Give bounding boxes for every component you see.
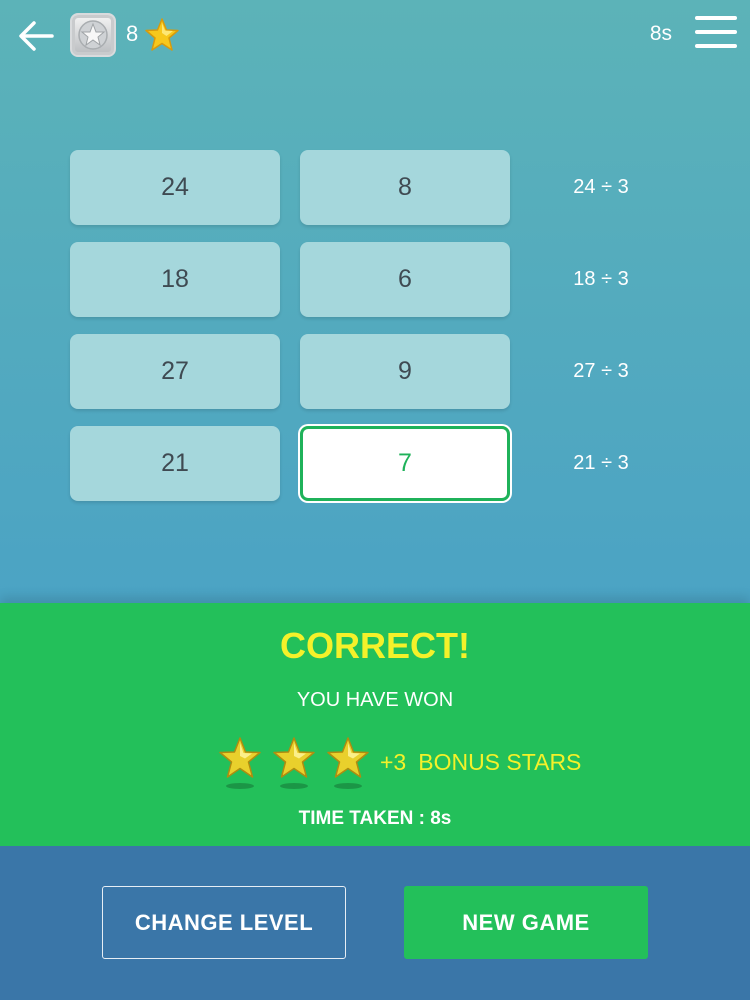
action-bar: CHANGE LEVEL NEW GAME xyxy=(0,846,750,1000)
number-tile-right[interactable]: 9 xyxy=(300,334,510,409)
gold-star-icon xyxy=(145,18,179,51)
number-tile-left[interactable]: 21 xyxy=(70,426,280,501)
level-badge xyxy=(70,13,116,57)
number-tile-left[interactable]: 18 xyxy=(70,242,280,317)
number-tile-right-selected[interactable]: 7 xyxy=(300,426,510,501)
equation-hint: 18 ÷ 3 xyxy=(573,268,629,290)
result-title: CORRECT! xyxy=(280,625,470,666)
bonus-star-icon xyxy=(219,737,261,789)
game-board: 8 8s 24 8 24 ÷ 3 18 6 18 ÷ 3 27 9 27 ÷ 3… xyxy=(0,0,750,603)
bonus-count: +3 xyxy=(380,749,407,775)
top-bar: 8 8s xyxy=(0,0,750,70)
silver-star-badge-icon xyxy=(78,20,108,50)
number-tile-left[interactable]: 27 xyxy=(70,334,280,409)
equation-hint: 24 ÷ 3 xyxy=(573,176,629,198)
bonus-label: +3 BONUS STARS xyxy=(380,749,581,776)
star-count: 8 xyxy=(126,21,139,46)
time-taken: TIME TAKEN : 8s xyxy=(298,808,452,829)
timer: 8s xyxy=(649,22,672,45)
number-tile-right[interactable]: 6 xyxy=(300,242,510,317)
result-panel: CORRECT! YOU HAVE WON +3 BONUS STARS TIME… xyxy=(0,603,750,846)
bonus-star-icon xyxy=(273,737,315,789)
back-button[interactable] xyxy=(14,14,58,58)
equation-hint: 21 ÷ 3 xyxy=(573,452,629,474)
result-subtitle: YOU HAVE WON xyxy=(296,689,454,711)
number-tile-right[interactable]: 8 xyxy=(300,150,510,225)
bonus-star-icon xyxy=(327,737,369,789)
number-tile-left[interactable]: 24 xyxy=(70,150,280,225)
bonus-text: BONUS STARS xyxy=(418,749,582,775)
hamburger-menu-icon xyxy=(695,16,737,48)
back-arrow-icon xyxy=(19,21,54,51)
new-game-button[interactable]: NEW GAME xyxy=(404,886,648,959)
change-level-button[interactable]: CHANGE LEVEL xyxy=(102,886,346,959)
equation-hint: 27 ÷ 3 xyxy=(573,360,629,382)
menu-button[interactable] xyxy=(695,16,737,52)
